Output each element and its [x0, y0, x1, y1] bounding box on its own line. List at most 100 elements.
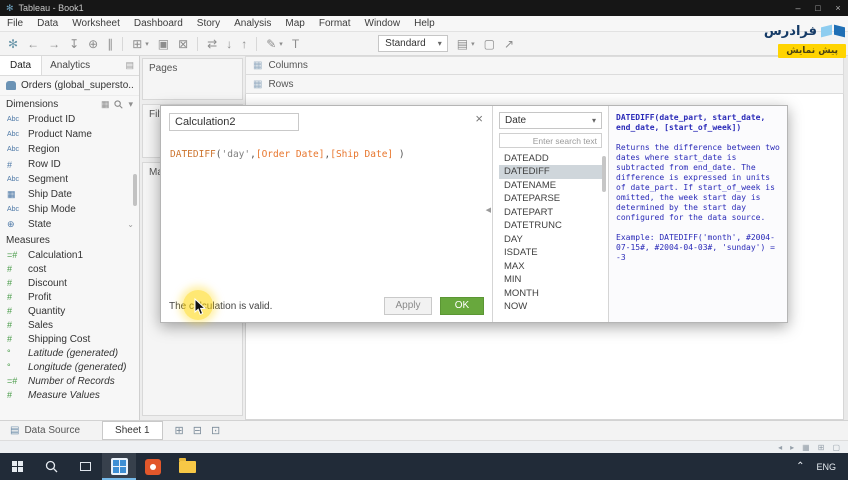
sort-descending-button[interactable]: ↑	[241, 33, 247, 55]
new-story-icon[interactable]: ⊡	[211, 424, 220, 437]
measure-number-of-records[interactable]: =# Number of Records	[0, 374, 139, 388]
function-item-min[interactable]: MIN	[499, 273, 602, 287]
tableau-logo-icon[interactable]: ✻	[8, 33, 18, 55]
apply-button[interactable]: Apply	[384, 297, 432, 315]
chevron-down-icon[interactable]: ▾	[128, 99, 133, 110]
share-button[interactable]: ↗	[504, 33, 514, 55]
dimension-state[interactable]: ⊕ State ⌄	[0, 217, 139, 232]
measure-discount[interactable]: # Discount	[0, 276, 139, 290]
function-list-scrollbar[interactable]	[602, 156, 606, 192]
close-window-icon[interactable]: ×	[828, 0, 848, 16]
function-item-day[interactable]: DAY	[499, 233, 602, 247]
maximize-icon[interactable]: □	[808, 0, 828, 16]
close-icon[interactable]: ×	[475, 112, 483, 125]
measure-sales[interactable]: # Sales	[0, 318, 139, 332]
menu-dashboard[interactable]: Dashboard	[127, 16, 190, 31]
dimension-ship-date[interactable]: ▦ Ship Date	[0, 187, 139, 202]
chevron-down-icon[interactable]: ▾	[471, 40, 475, 48]
menu-window[interactable]: Window	[358, 16, 408, 31]
minimize-icon[interactable]: –	[788, 0, 808, 16]
taskbar-file-explorer[interactable]	[170, 453, 204, 480]
dimension-region[interactable]: Abc Region	[0, 142, 139, 157]
new-worksheet-icon[interactable]: ⊞	[175, 424, 184, 437]
tab-sheet1[interactable]: Sheet 1	[102, 421, 163, 440]
menu-help[interactable]: Help	[407, 16, 442, 31]
ok-button[interactable]: OK	[440, 297, 484, 315]
language-indicator[interactable]: ENG	[816, 462, 836, 472]
undo-button[interactable]: ←	[27, 33, 39, 55]
hidden-icons-chevron[interactable]: ⌃	[796, 461, 804, 472]
sort-ascending-button[interactable]: ↓	[226, 33, 232, 55]
taskbar-app-recorder[interactable]	[102, 453, 136, 480]
chevron-down-icon[interactable]: ▾	[279, 40, 283, 48]
prev-sheet-icon[interactable]: ◂	[778, 443, 782, 452]
measure-profit[interactable]: # Profit	[0, 290, 139, 304]
swap-axes-button[interactable]: ⇄	[207, 33, 217, 55]
menu-file[interactable]: File	[0, 16, 30, 31]
function-item-dateparse[interactable]: DATEPARSE	[499, 192, 602, 206]
measure-calculation1[interactable]: =# Calculation1	[0, 248, 139, 262]
function-item-dateadd[interactable]: DATEADD	[499, 152, 602, 166]
show-cards-button[interactable]: ▤	[457, 33, 468, 55]
view-grid-icon[interactable]: ▦	[101, 99, 110, 110]
function-category-select[interactable]: Date ▾	[499, 112, 602, 129]
datasource-item[interactable]: Orders (global_supersto...	[0, 76, 139, 96]
function-item-max[interactable]: MAX	[499, 260, 602, 274]
function-item-isdate[interactable]: ISDATE	[499, 246, 602, 260]
search-icon[interactable]	[114, 99, 124, 109]
pages-shelf[interactable]: Pages	[142, 58, 243, 100]
measure-cost[interactable]: # cost	[0, 262, 139, 276]
show-filmstrip-icon[interactable]: ⊞	[818, 443, 825, 452]
task-view-button[interactable]	[68, 453, 102, 480]
new-worksheet-button[interactable]: ⊞	[132, 33, 142, 55]
function-item-month[interactable]: MONTH	[499, 287, 602, 301]
dimension-segment[interactable]: Abc Segment	[0, 172, 139, 187]
show-tabs-icon[interactable]: ▦	[802, 443, 810, 452]
start-button[interactable]	[0, 453, 34, 480]
columns-shelf[interactable]: ▦ Columns	[245, 56, 844, 75]
clear-sheet-button[interactable]: ⊠	[178, 33, 188, 55]
menu-story[interactable]: Story	[190, 16, 227, 31]
measure-latitude[interactable]: ° Latitude (generated)	[0, 346, 139, 360]
tab-data[interactable]: Data	[0, 56, 43, 75]
menu-map[interactable]: Map	[278, 16, 311, 31]
taskbar-search-button[interactable]	[34, 453, 68, 480]
show-sheets-icon[interactable]: ▢	[832, 443, 840, 452]
sidebar-scrollbar[interactable]	[133, 174, 137, 206]
calculation-name-input[interactable]	[169, 113, 299, 131]
formula-editor[interactable]: DATEDIFF('day',[Order Date],[Ship Date] …	[170, 148, 484, 288]
taskbar-app-2[interactable]	[136, 453, 170, 480]
rows-shelf[interactable]: ▦ Rows	[245, 75, 844, 94]
add-datasource-button[interactable]: ⊕	[88, 33, 98, 55]
highlight-button[interactable]: ✎	[266, 33, 276, 55]
dimension-ship-mode[interactable]: Abc Ship Mode	[0, 202, 139, 217]
menu-data[interactable]: Data	[30, 16, 65, 31]
new-dashboard-icon[interactable]: ⊟	[193, 424, 202, 437]
pause-updates-button[interactable]: ∥	[107, 33, 113, 55]
collapse-functions-icon[interactable]: ◀	[486, 206, 491, 214]
next-sheet-icon[interactable]: ▸	[790, 443, 794, 452]
function-item-datepart[interactable]: DATEPART	[499, 206, 602, 220]
function-item-datetrunc[interactable]: DATETRUNC	[499, 219, 602, 233]
fit-select[interactable]: Standard ▾	[378, 35, 448, 52]
chevron-down-icon[interactable]: ⌄	[127, 220, 134, 229]
dimension-row-id[interactable]: # Row ID	[0, 157, 139, 172]
menu-worksheet[interactable]: Worksheet	[65, 16, 127, 31]
dimension-product-name[interactable]: Abc Product Name	[0, 127, 139, 142]
dimension-product-id[interactable]: Abc Product ID	[0, 112, 139, 127]
menu-analysis[interactable]: Analysis	[227, 16, 278, 31]
measure-values[interactable]: # Measure Values	[0, 388, 139, 402]
measure-longitude[interactable]: ° Longitude (generated)	[0, 360, 139, 374]
function-item-datediff[interactable]: DATEDIFF	[499, 165, 602, 179]
function-item-now[interactable]: NOW	[499, 300, 602, 314]
pane-pin-icon[interactable]: ▤	[125, 60, 134, 71]
measure-quantity[interactable]: # Quantity	[0, 304, 139, 318]
menu-format[interactable]: Format	[312, 16, 358, 31]
function-item-today[interactable]: TODAY	[499, 314, 602, 316]
tab-analytics[interactable]: Analytics	[42, 60, 98, 71]
chevron-down-icon[interactable]: ▾	[145, 40, 149, 48]
presentation-mode-button[interactable]: ▢	[484, 33, 495, 55]
measure-shipping-cost[interactable]: # Shipping Cost	[0, 332, 139, 346]
data-source-tab[interactable]: ▤ Data Source	[0, 421, 90, 441]
function-search-input[interactable]	[499, 133, 602, 148]
